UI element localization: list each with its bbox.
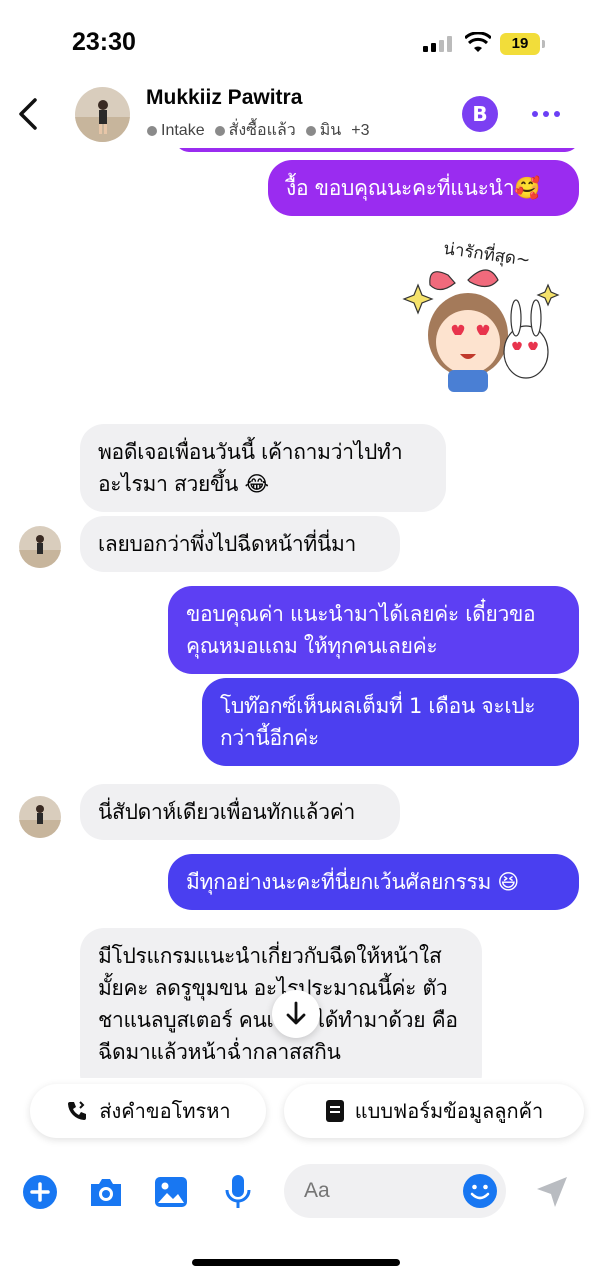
sticker-text: น่ารักที่สุด~ — [442, 236, 532, 271]
more-options-icon[interactable] — [528, 102, 564, 126]
contact-avatar[interactable] — [75, 87, 130, 142]
camera-icon[interactable] — [86, 1172, 126, 1212]
call-request-button[interactable]: ส่งคำขอโทรหา — [30, 1084, 266, 1138]
message-bubble-outgoing[interactable]: มีทุกอย่างนะคะที่นี่ยกเว้นศัลยกรรม 😆 — [168, 854, 579, 910]
message-bubble-outgoing[interactable]: โบท๊อกซ์เห็นผลเต็มที่ 1 เดือน จะเปะกว่าน… — [202, 678, 579, 766]
gallery-icon[interactable] — [151, 1172, 191, 1212]
emoji-icon[interactable] — [462, 1173, 498, 1209]
signal-icon — [423, 36, 453, 52]
form-icon — [325, 1100, 344, 1122]
message-input-box[interactable] — [284, 1164, 506, 1218]
message-input[interactable] — [304, 1174, 454, 1208]
sticker-image[interactable]: น่ารักที่สุด~ — [398, 230, 568, 395]
microphone-icon[interactable] — [218, 1172, 258, 1212]
battery-icon: 19 — [500, 33, 545, 55]
contact-name[interactable]: Mukkiiz Pawitra — [146, 86, 302, 110]
phone-icon — [68, 1101, 87, 1120]
send-icon[interactable] — [532, 1172, 572, 1212]
add-icon[interactable] — [20, 1172, 60, 1212]
clipped-bubble — [175, 148, 579, 152]
composer-bar — [0, 1150, 591, 1240]
coin-icon[interactable]: B — [462, 96, 498, 132]
status-bar: 23:30 19 — [0, 0, 591, 80]
message-bubble-outgoing[interactable]: ขอบคุณค่า แนะนำมาได้เลยค่ะ เดี๋ยวขอคุณหม… — [168, 586, 579, 674]
scroll-to-bottom-button[interactable] — [272, 990, 320, 1038]
customer-form-button[interactable]: แบบฟอร์มข้อมูลลูกค้า — [284, 1084, 584, 1138]
home-indicator — [192, 1259, 400, 1266]
tag-item: Intake — [147, 118, 205, 143]
sender-avatar[interactable] — [19, 526, 61, 568]
chevron-left-icon — [19, 98, 37, 130]
message-list[interactable]: งื้อ ขอบคุณนะคะที่แนะนำ🥰 น่ารักที่สุด~ พ… — [0, 148, 591, 1078]
message-bubble-outgoing[interactable]: งื้อ ขอบคุณนะคะที่แนะนำ🥰 — [268, 160, 579, 216]
chat-header: Mukkiiz Pawitra Intake สั่งซื้อแล้ว มิน … — [0, 80, 591, 148]
status-time: 23:30 — [72, 28, 136, 56]
sender-avatar[interactable] — [19, 796, 61, 838]
wifi-icon — [463, 31, 493, 54]
more-tags-count: +3 — [351, 121, 370, 139]
call-request-label: ส่งคำขอโทรหา — [99, 1099, 231, 1123]
tag-item: สั่งซื้อแล้ว — [214, 118, 296, 143]
customer-form-label: แบบฟอร์มข้อมูลลูกค้า — [354, 1099, 544, 1123]
message-bubble-incoming[interactable]: เลยบอกว่าพึ่งไปฉีดหน้าที่นี่มา — [80, 516, 400, 572]
message-bubble-incoming[interactable]: พอดีเจอเพื่อนวันนี้ เค้าถามว่าไปทำอะไรมา… — [80, 424, 446, 512]
back-button[interactable] — [8, 90, 48, 138]
tag-item: มิน — [305, 118, 341, 143]
contact-tags[interactable]: Intake สั่งซื้อแล้ว มิน +3 — [147, 118, 369, 143]
message-bubble-incoming[interactable]: นี่สัปดาห์เดียวเพื่อนทักแล้วค่า — [80, 784, 400, 840]
arrow-down-icon — [286, 1001, 306, 1025]
